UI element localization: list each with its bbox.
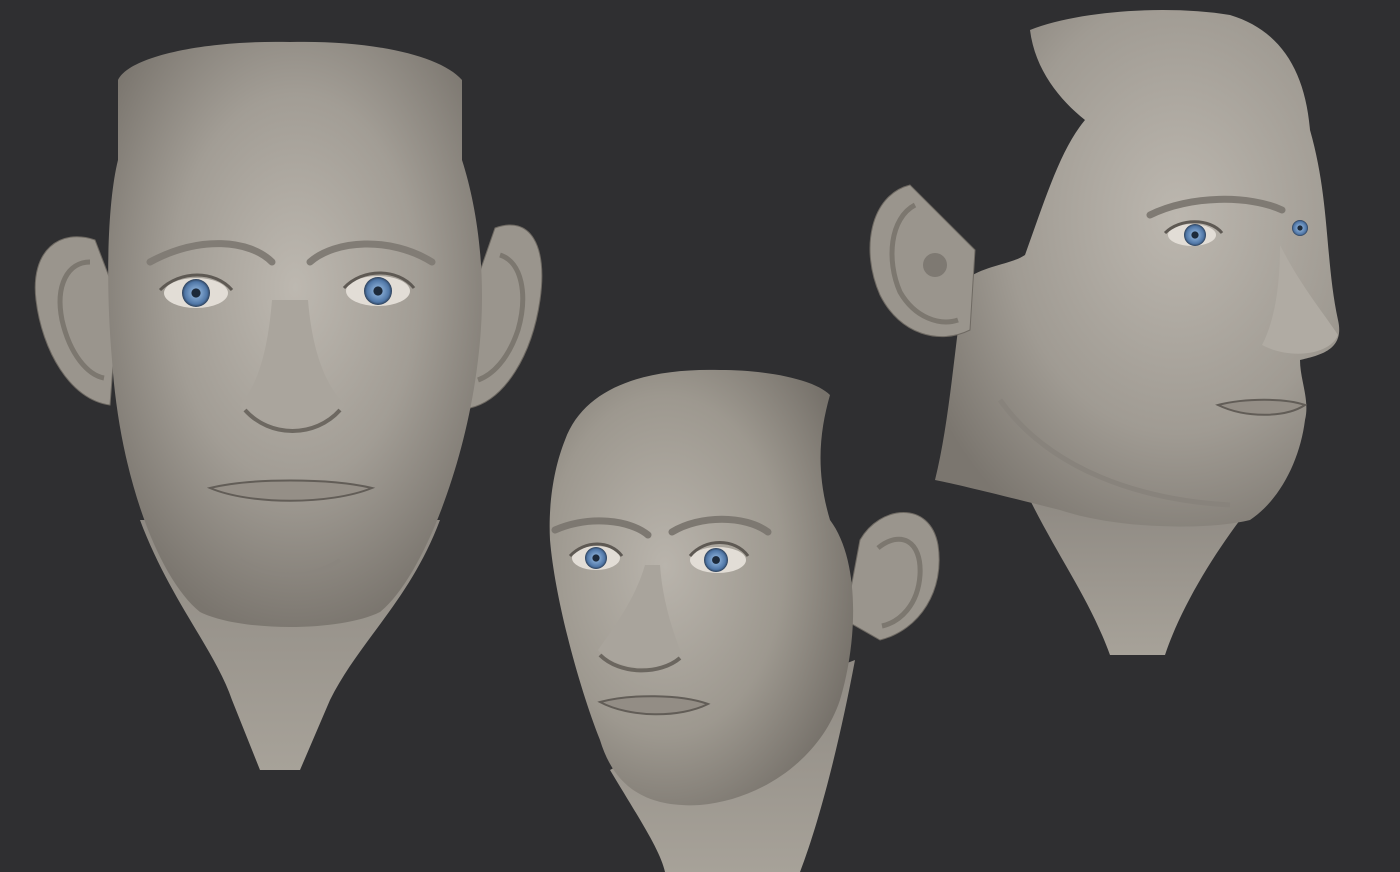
head-three-quarter-view — [549, 369, 940, 872]
head-profile-view — [869, 10, 1340, 655]
head-three-quarter — [549, 369, 854, 806]
eye-left — [182, 279, 210, 307]
head-front-view — [34, 41, 543, 770]
eye-left — [585, 547, 607, 569]
eye — [1184, 224, 1206, 246]
render-canvas — [34, 10, 1340, 872]
eye-right — [704, 548, 728, 572]
viewport — [0, 0, 1400, 872]
eye-right — [364, 277, 392, 305]
head-profile — [935, 10, 1340, 527]
ear-left — [34, 236, 119, 406]
